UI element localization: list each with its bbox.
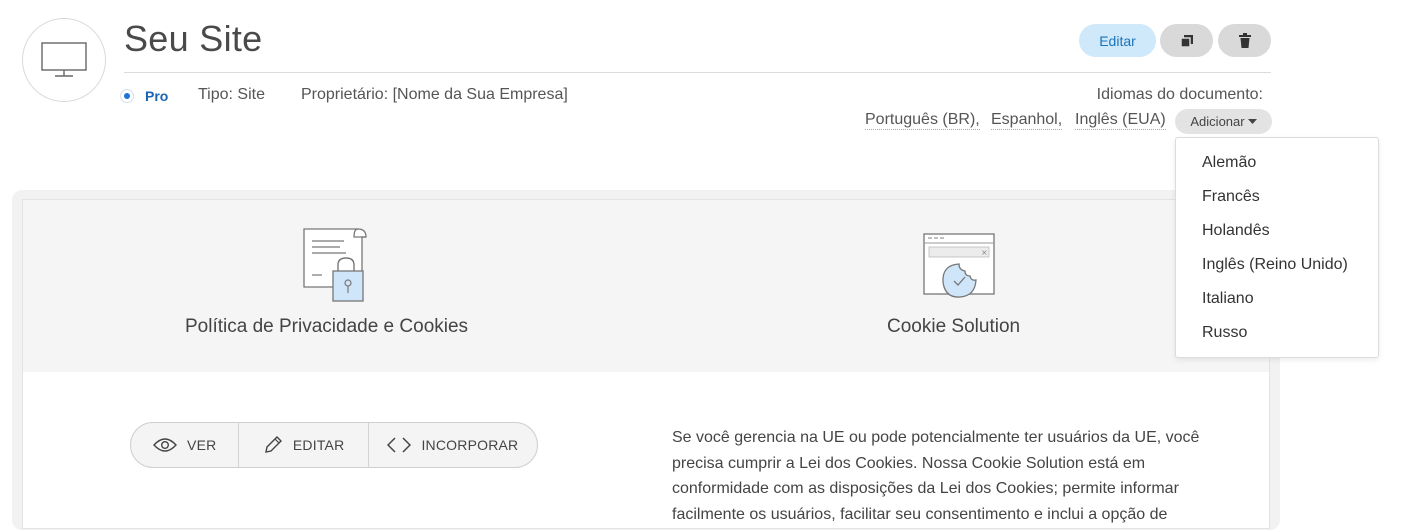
dropdown-item-fr[interactable]: Francês — [1202, 188, 1260, 206]
cookie-window-icon: × — [923, 233, 995, 298]
page-title: Seu Site — [124, 18, 263, 59]
plan-badge: Pro — [145, 88, 169, 104]
language-en-us[interactable]: Inglês (EUA) — [1075, 111, 1166, 130]
embed-label: INCORPORAR — [421, 437, 519, 453]
add-language-dropdown: Alemão Francês Holandês Inglês (Reino Un… — [1175, 137, 1379, 358]
document-languages-label: Idiomas do documento: — [1096, 86, 1263, 103]
language-pt-br[interactable]: Português (BR), — [865, 111, 980, 130]
copy-button[interactable] — [1160, 24, 1213, 57]
document-actions: VER EDITAR INCORPORAR — [130, 422, 538, 468]
dropdown-item-ru[interactable]: Russo — [1202, 324, 1247, 342]
product-tab-privacy-policy[interactable]: Política de Privacidade e Cookies — [185, 316, 468, 338]
dropdown-item-en-uk[interactable]: Inglês (Reino Unido) — [1202, 256, 1348, 274]
svg-text:×: × — [981, 248, 988, 257]
caret-down-icon — [1247, 118, 1257, 124]
edit-document-label: EDITAR — [292, 437, 345, 453]
document-lock-icon — [303, 228, 367, 302]
dropdown-item-it[interactable]: Italiano — [1202, 290, 1254, 308]
language-es[interactable]: Espanhol, — [991, 111, 1063, 130]
site-owner: Proprietário: [Nome da Sua Empresa] — [301, 86, 568, 103]
monitor-icon — [41, 42, 87, 77]
product-tabs — [23, 200, 1269, 372]
dropdown-item-de[interactable]: Alemão — [1202, 154, 1256, 172]
plan-indicator-icon — [120, 89, 134, 103]
site-type: Tipo: Site — [198, 86, 265, 103]
pencil-icon — [264, 436, 282, 453]
edit-button[interactable]: Editar — [1079, 24, 1156, 57]
edit-document-button[interactable]: EDITAR — [239, 423, 369, 467]
product-tab-cookie-solution[interactable]: Cookie Solution — [887, 316, 1020, 338]
dropdown-item-nl[interactable]: Holandês — [1202, 222, 1270, 240]
site-avatar — [22, 18, 106, 102]
code-icon — [387, 437, 412, 453]
eye-icon — [153, 438, 177, 452]
copy-icon — [1179, 34, 1193, 48]
embed-button[interactable]: INCORPORAR — [369, 423, 537, 467]
view-button[interactable]: VER — [131, 423, 240, 467]
trash-icon — [1238, 32, 1251, 48]
header-divider — [124, 72, 1271, 73]
add-language-button[interactable]: Adicionar — [1175, 109, 1272, 134]
view-label: VER — [187, 437, 217, 453]
add-language-label: Adicionar — [1190, 114, 1245, 129]
delete-button[interactable] — [1218, 24, 1271, 57]
